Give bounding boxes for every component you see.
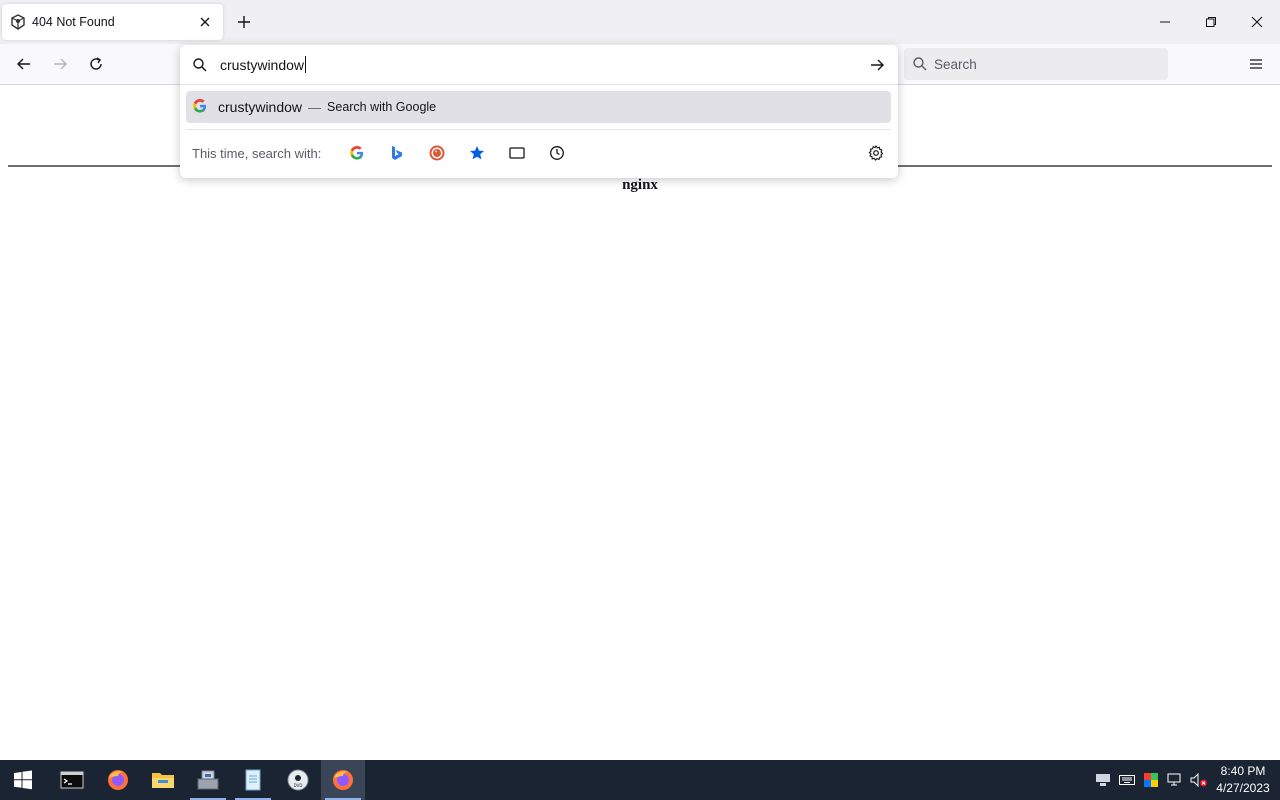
text-caret (305, 56, 307, 73)
app-menu-button[interactable] (1242, 50, 1270, 78)
duckduckgo-icon[interactable] (417, 137, 457, 169)
tabs-icon[interactable] (497, 137, 537, 169)
windows-icon (14, 770, 32, 790)
search-placeholder: Search (934, 56, 977, 72)
installer-icon[interactable] (186, 760, 230, 800)
address-input[interactable]: crustywindow (220, 56, 856, 73)
taskbar: DVD 8:40 PM 4/27/2023 (0, 760, 1280, 800)
firefox-active-icon[interactable] (321, 760, 365, 800)
tab-404-not-found[interactable]: 404 Not Found (2, 4, 223, 40)
address-bar[interactable]: crustywindow (180, 45, 898, 85)
back-button[interactable] (10, 50, 38, 78)
start-button[interactable] (1, 760, 45, 800)
popup-divider (186, 129, 891, 130)
dvd-drive-icon[interactable]: DVD (276, 760, 320, 800)
bookmarks-icon[interactable] (457, 137, 497, 169)
minimize-button[interactable] (1142, 0, 1188, 44)
file-explorer-icon[interactable] (141, 760, 185, 800)
google-icon[interactable] (337, 137, 377, 169)
search-suggestion-row[interactable]: crustywindow — Search with Google (186, 91, 891, 123)
minimize-icon (1160, 21, 1170, 23)
nginx-cube-icon (10, 14, 26, 30)
history-icon[interactable] (537, 137, 577, 169)
system-clock[interactable]: 8:40 PM 4/27/2023 (1212, 760, 1274, 800)
close-tab-icon[interactable] (195, 12, 215, 32)
firefox-icon[interactable] (96, 760, 140, 800)
keyboard-icon[interactable] (1116, 760, 1138, 800)
volume-muted-icon[interactable] (1188, 760, 1210, 800)
search-bar[interactable]: Search (904, 48, 1168, 80)
svg-text:DVD: DVD (294, 783, 303, 788)
reload-icon (90, 57, 102, 70)
address-value: crustywindow (220, 56, 305, 73)
one-off-label: This time, search with: (192, 145, 322, 161)
terminal-icon[interactable] (50, 760, 94, 800)
network-adapter-icon[interactable] (1092, 760, 1114, 800)
bing-icon[interactable] (377, 137, 417, 169)
close-window-button[interactable] (1234, 0, 1280, 44)
search-settings-button[interactable] (864, 141, 888, 165)
search-icon (913, 57, 927, 71)
color-palette-icon[interactable] (1140, 760, 1162, 800)
server-name: nginx (622, 177, 658, 193)
restore-button[interactable] (1188, 0, 1234, 44)
hamburger-icon (1250, 59, 1262, 69)
notepad-icon[interactable] (231, 760, 275, 800)
tab-strip: 404 Not Found (0, 0, 1280, 44)
suggestion-query: crustywindow (218, 99, 303, 115)
clock-date: 4/27/2023 (1216, 781, 1270, 795)
back-arrow-icon (17, 58, 30, 70)
one-off-search-bar: This time, search with: (192, 137, 577, 169)
restore-icon (1206, 17, 1216, 27)
tab-title: 404 Not Found (32, 15, 115, 29)
network-icon[interactable] (1164, 760, 1186, 800)
gear-icon (868, 145, 884, 161)
address-bar-popup: crustywindow crustywindow — Search with … (180, 45, 898, 178)
clock-time: 8:40 PM (1220, 764, 1266, 778)
forward-button[interactable] (46, 50, 74, 78)
new-tab-button[interactable] (232, 10, 256, 34)
plus-icon (238, 16, 250, 28)
suggestion-separator: — (308, 99, 322, 115)
go-arrow-icon (871, 59, 884, 70)
google-icon (193, 98, 207, 116)
forward-arrow-icon (54, 58, 67, 70)
suggestion-action: Search with Google (327, 100, 437, 114)
go-button[interactable] (856, 57, 898, 73)
search-icon (180, 57, 220, 73)
reload-button[interactable] (82, 50, 110, 78)
close-icon (1251, 16, 1263, 28)
page-content: 404 Not Found nginx (0, 85, 1280, 760)
